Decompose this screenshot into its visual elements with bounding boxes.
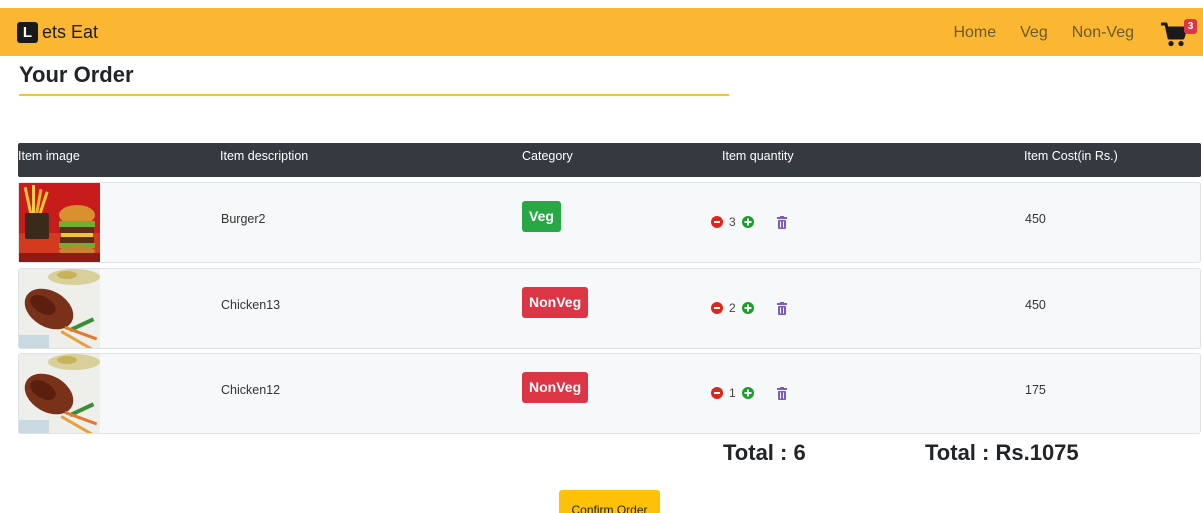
quantity-stepper: 2 (711, 301, 788, 315)
category-badge: Veg (522, 201, 561, 232)
chicken-leg-image (19, 269, 100, 348)
category-badge: NonVeg (522, 287, 589, 318)
total-items: Total : 6 (723, 440, 806, 465)
cart-button[interactable]: 3 (1160, 19, 1200, 52)
trash-icon[interactable] (776, 386, 788, 400)
quantity-value: 2 (729, 301, 736, 315)
item-description: Burger2 (221, 212, 266, 226)
increase-quantity-button[interactable] (741, 302, 754, 314)
brand-text: ets Eat (42, 22, 99, 42)
quantity-stepper: 1 (711, 386, 788, 400)
nav-link-nonveg[interactable]: Non-Veg (1072, 24, 1134, 42)
decrease-quantity-button[interactable] (711, 302, 723, 314)
nav-links: Home Veg Non-Veg (929, 24, 1134, 42)
decrease-quantity-button[interactable] (711, 216, 723, 228)
chicken-leg-image (19, 354, 100, 433)
brand-letter: L (17, 22, 38, 43)
item-description: Chicken12 (221, 383, 281, 397)
brand-logo[interactable]: L ets Eat (17, 22, 98, 43)
quantity-stepper: 3 (711, 215, 788, 229)
title-underline (19, 94, 729, 96)
burger-fries-image (19, 183, 100, 262)
header-item-quantity: Item quantity (722, 149, 794, 163)
cart-count-badge: 3 (1184, 19, 1197, 34)
item-description: Chicken13 (221, 298, 281, 312)
page-title: Your Order (19, 62, 134, 87)
navbar: L ets Eat Home Veg Non-Veg 3 (0, 8, 1203, 56)
header-category: Category (522, 149, 573, 163)
quantity-value: 1 (729, 386, 736, 400)
item-cost: 175 (1025, 383, 1046, 397)
table-row: Chicken13 NonVeg 2 450 (18, 268, 1201, 349)
confirm-order-button[interactable]: Confirm Order (559, 490, 660, 513)
header-item-cost: Item Cost(in Rs.) (1024, 149, 1118, 163)
trash-icon[interactable] (776, 301, 788, 315)
increase-quantity-button[interactable] (741, 216, 754, 228)
total-amount: Total : Rs.1075 (925, 440, 1079, 465)
item-cost: 450 (1025, 298, 1046, 312)
table-row: Chicken12 NonVeg 1 175 (18, 353, 1201, 434)
increase-quantity-button[interactable] (741, 387, 754, 399)
item-cost: 450 (1025, 212, 1046, 226)
quantity-value: 3 (729, 215, 736, 229)
trash-icon[interactable] (776, 215, 788, 229)
decrease-quantity-button[interactable] (711, 387, 723, 399)
nav-link-veg[interactable]: Veg (1020, 24, 1048, 42)
header-item-image: Item image (18, 149, 80, 163)
nav-link-home[interactable]: Home (953, 24, 996, 42)
table-row: Burger2 Veg 3 450 (18, 182, 1201, 263)
header-item-description: Item description (220, 149, 309, 163)
category-badge: NonVeg (522, 372, 589, 403)
table-header: Item image Item description Category Ite… (18, 143, 1201, 177)
